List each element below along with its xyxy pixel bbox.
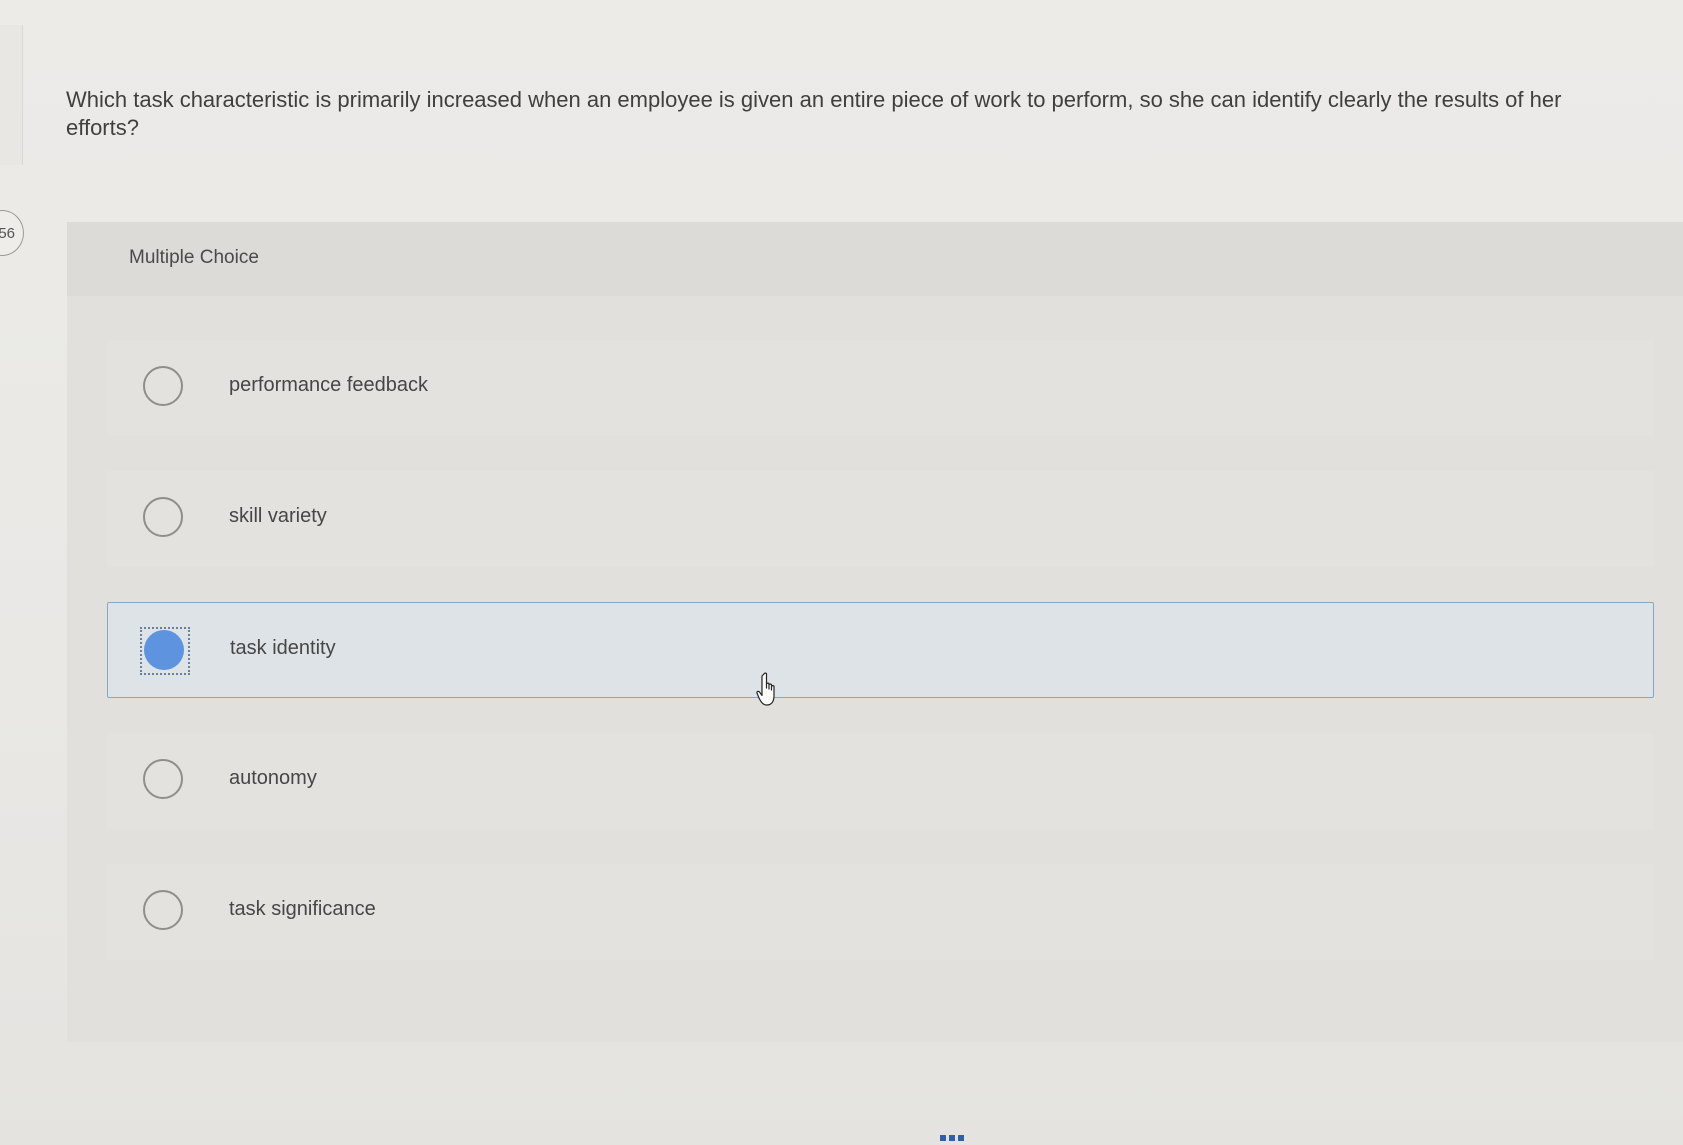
left-rail — [0, 25, 23, 165]
option-task-significance[interactable]: task significance — [107, 864, 1654, 960]
dot — [940, 1135, 946, 1141]
option-task-identity[interactable]: task identity — [107, 602, 1654, 698]
radio-button[interactable] — [143, 759, 183, 799]
radio-button[interactable] — [143, 366, 183, 406]
dot — [958, 1135, 964, 1141]
radio-button[interactable] — [143, 890, 183, 930]
radio-button-selected[interactable] — [144, 630, 184, 670]
dot — [949, 1135, 955, 1141]
option-label: autonomy — [229, 767, 317, 789]
options-list: performance feedback skill variety task … — [107, 340, 1654, 995]
option-label: task significance — [229, 898, 376, 920]
radio-button[interactable] — [143, 497, 183, 537]
question-number-badge[interactable]: 56 — [0, 210, 24, 256]
option-label: skill variety — [229, 505, 327, 527]
bottom-nav-indicator — [940, 1135, 964, 1141]
option-skill-variety[interactable]: skill variety — [107, 471, 1654, 567]
option-label: performance feedback — [229, 374, 429, 396]
option-label: task identity — [230, 637, 336, 659]
question-number: 56 — [0, 224, 15, 242]
question-text: Which task characteristic is primarily i… — [66, 87, 1562, 140]
hand-pointer-icon — [756, 672, 775, 706]
panel-title: Multiple Choice — [129, 247, 259, 268]
option-autonomy[interactable]: autonomy — [107, 733, 1654, 829]
answer-panel: Multiple Choice performance feedback ski… — [67, 222, 1683, 1042]
panel-header: Multiple Choice — [67, 222, 1683, 296]
option-performance-feedback[interactable]: performance feedback — [107, 340, 1654, 436]
quiz-page: 56 Which task characteristic is primaril… — [0, 0, 1683, 1145]
